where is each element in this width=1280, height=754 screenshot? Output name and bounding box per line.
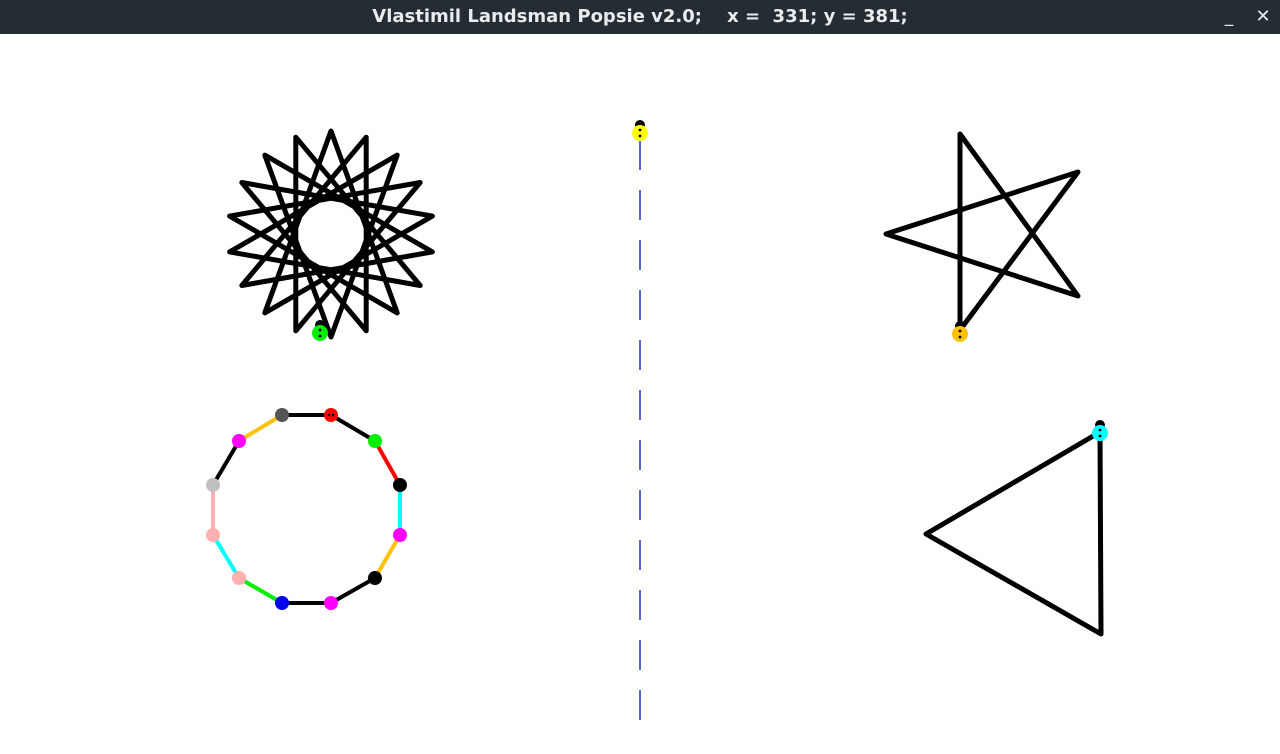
decagon-drawing xyxy=(206,408,407,610)
decagon-vertex-dot xyxy=(324,408,338,422)
decagon-vertex-dot xyxy=(368,571,382,585)
turtle-eye-icon xyxy=(331,413,335,417)
turtle-eye-icon xyxy=(1098,434,1102,438)
decagon-segment xyxy=(237,413,284,443)
decagon-segment xyxy=(211,439,241,487)
decagon-vertex-dot xyxy=(232,571,246,585)
decagon-segment xyxy=(237,576,284,605)
turtle-body-icon xyxy=(312,325,328,341)
turtle-body-icon xyxy=(952,326,968,342)
turtle-eye-icon xyxy=(958,329,962,333)
decagon-vertex-dot xyxy=(232,434,246,448)
divider-turtle xyxy=(632,120,648,141)
turtle-body-icon xyxy=(1092,425,1108,441)
pentagram-drawing xyxy=(883,131,1081,333)
decagon-vertex-dot xyxy=(393,478,407,492)
window-title: Vlastimil Landsman Popsie v2.0; x = 331;… xyxy=(372,6,908,27)
decagon-segment xyxy=(211,533,241,580)
title-bar: Vlastimil Landsman Popsie v2.0; x = 331;… xyxy=(0,0,1280,34)
turtle-body-icon xyxy=(632,125,648,141)
decagon-vertex-dot xyxy=(393,528,407,542)
turtle-eye-icon xyxy=(1098,428,1102,432)
decagon-vertex-dot xyxy=(324,596,338,610)
turtle-graphics-canvas xyxy=(206,120,1108,735)
star-center-hole xyxy=(322,225,340,243)
turtle-eye-icon xyxy=(638,128,642,132)
turtle-eye-icon xyxy=(327,413,331,417)
minimize-button[interactable]: _ xyxy=(1214,0,1244,34)
decagon-segment xyxy=(373,439,402,487)
decagon-vertex-dot xyxy=(275,596,289,610)
turtle-eye-icon xyxy=(638,134,642,138)
decagon-vertex-dot xyxy=(206,528,220,542)
decagon-segment xyxy=(329,576,377,605)
turtle-eye-icon xyxy=(318,328,322,332)
triangle-drawing xyxy=(923,429,1104,637)
drawing-canvas xyxy=(0,34,1280,754)
decagon-segment xyxy=(329,413,377,443)
decagon-segment xyxy=(373,533,402,580)
turtle-eye-icon xyxy=(958,335,962,339)
triangle-turtle xyxy=(1092,420,1108,441)
decagon-vertex-dot xyxy=(206,478,220,492)
close-button[interactable]: ✕ xyxy=(1248,0,1278,34)
turtle-eye-icon xyxy=(318,334,322,338)
decagon-vertex-dot xyxy=(275,408,289,422)
decagon-vertex-dot xyxy=(368,434,382,448)
